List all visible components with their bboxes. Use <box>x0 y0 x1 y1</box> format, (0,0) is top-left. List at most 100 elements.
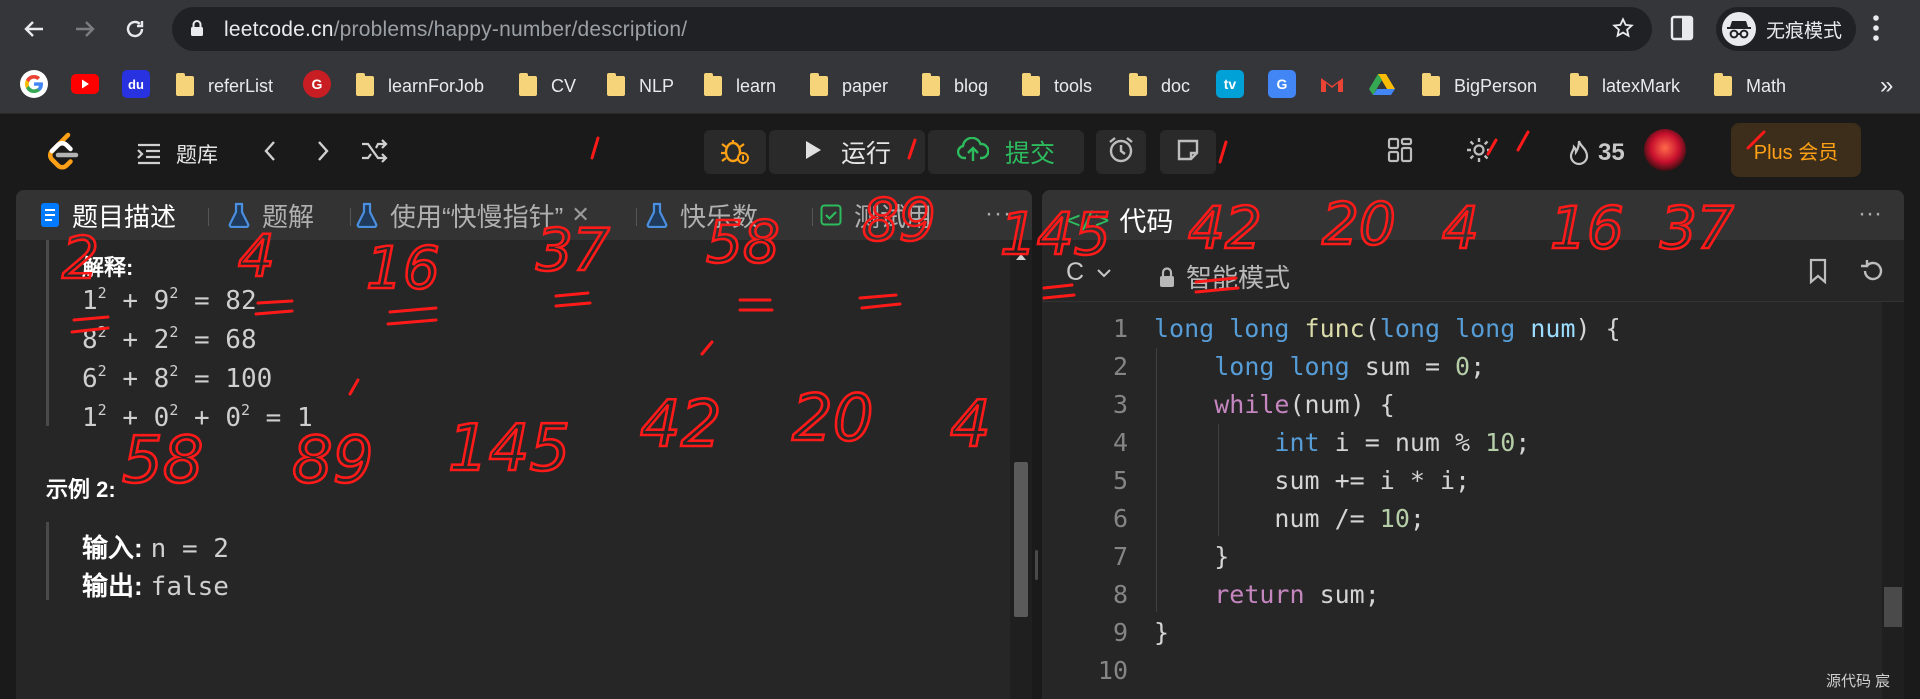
debug-button[interactable] <box>704 130 766 174</box>
code-panel: </> 代码 ··· C 智能模式 1 2 3 4 5 6 7 8 9 10 l… <box>1042 190 1904 699</box>
tab-code[interactable]: </> 代码 <box>1066 200 1173 239</box>
next-problem-icon[interactable] <box>315 139 331 168</box>
user-avatar[interactable] <box>1644 129 1686 171</box>
example-input: 输入: n = 2 <box>82 528 229 565</box>
note-icon <box>1176 138 1200 167</box>
plus-membership-button[interactable]: Plus 会员 <box>1731 123 1861 177</box>
gitee-icon[interactable]: G <box>303 70 331 98</box>
list-icon <box>136 143 162 165</box>
bookmark-math[interactable]: Math <box>1714 70 1786 102</box>
streak-counter[interactable]: 35 <box>1568 139 1625 167</box>
tab-solution-article-label: 使用“快慢指针” <box>390 201 564 232</box>
url-text[interactable]: leetcode.cn/problems/happy-number/descri… <box>224 18 687 42</box>
problem-list-label: 题库 <box>176 144 218 167</box>
lock-icon[interactable] <box>190 19 204 42</box>
more-tabs-button[interactable]: ··· <box>985 200 1012 228</box>
settings-gear-icon[interactable] <box>1465 136 1493 169</box>
code-line: num /= 10; <box>1154 504 1425 533</box>
side-panel-icon[interactable] <box>1670 15 1694 46</box>
layout-grid-icon[interactable] <box>1387 137 1413 168</box>
tab-divider <box>812 208 813 226</box>
tab-description[interactable]: 题目描述 <box>40 200 176 232</box>
eq-base: 8 <box>153 364 170 394</box>
bookmark-bigperson[interactable]: BigPerson <box>1422 70 1537 102</box>
notes-button[interactable] <box>1160 130 1216 174</box>
line-number: 1 <box>1112 314 1128 343</box>
reload-icon[interactable] <box>118 12 152 46</box>
browser-menu-icon[interactable] <box>1872 14 1880 47</box>
forward-arrow-icon[interactable] <box>68 12 102 46</box>
scrollbar-thumb[interactable] <box>1014 462 1028 617</box>
description-tabbar: 题目描述 题解 使用“快慢指针” ✕ 快乐数 测试用 ··· <box>16 190 1032 240</box>
code-editor[interactable]: 1 2 3 4 5 6 7 8 9 10 long long func(long… <box>1042 302 1882 699</box>
bookmark-doc[interactable]: doc <box>1129 70 1190 102</box>
leetcode-header: 题库 运行 提交 35 Plus 会员 <box>0 115 1920 188</box>
gmail-icon[interactable] <box>1318 70 1346 98</box>
code-line: } <box>1154 618 1170 647</box>
bookmark-latexmark[interactable]: latexMark <box>1570 70 1680 102</box>
google-translate-icon[interactable]: G <box>1268 70 1296 98</box>
bookmark-blog[interactable]: blog <box>922 70 988 102</box>
google-icon[interactable] <box>20 70 48 98</box>
folder-icon <box>176 73 194 96</box>
smart-mode-toggle[interactable]: 智能模式 <box>1158 258 1290 295</box>
incognito-icon <box>1722 12 1756 46</box>
bookmark-label: paper <box>842 75 889 96</box>
eq-base: 8 <box>82 325 98 355</box>
youtube-icon[interactable] <box>71 74 99 94</box>
bookmark-learn[interactable]: learn <box>704 70 776 102</box>
tab-happy-number[interactable]: 快乐数 <box>646 200 758 232</box>
folder-icon <box>1022 73 1040 96</box>
problem-list-button[interactable]: 题库 <box>136 139 218 169</box>
incognito-profile-button[interactable]: 无痕模式 <box>1716 7 1856 51</box>
address-bar[interactable]: leetcode.cn/problems/happy-number/descri… <box>172 7 1652 51</box>
alarm-clock-icon <box>1107 136 1135 169</box>
language-select[interactable]: C <box>1066 258 1112 287</box>
bookmark-icon[interactable] <box>1808 258 1828 289</box>
bookmark-referlist[interactable]: referList <box>176 70 273 102</box>
output-value: false <box>150 572 229 602</box>
back-arrow-icon[interactable] <box>17 12 51 46</box>
tab-solutions[interactable]: 题解 <box>228 200 314 232</box>
bookmark-label: Math <box>1746 75 1787 96</box>
footer-watermark: 源代码 宸 <box>1826 673 1891 690</box>
bookmark-tools[interactable]: tools <box>1022 70 1092 102</box>
run-button[interactable]: 运行 <box>769 130 925 174</box>
baidu-icon[interactable]: du <box>122 70 150 98</box>
folder-icon <box>704 73 722 96</box>
timer-button[interactable] <box>1096 130 1146 174</box>
scrollbar-thumb[interactable] <box>1884 587 1902 627</box>
reset-code-icon[interactable] <box>1860 258 1886 289</box>
editor-scrollbar[interactable] <box>1882 302 1904 699</box>
smart-mode-label: 智能模式 <box>1186 263 1291 293</box>
equation-line: 12 + 02 + 02 = 1 <box>82 401 313 433</box>
tab-testcase[interactable]: 测试用 <box>820 200 932 232</box>
random-problem-icon[interactable] <box>360 139 388 168</box>
bookmark-paper[interactable]: paper <box>810 70 888 102</box>
tab-divider <box>350 208 351 226</box>
bookmark-learnforjob[interactable]: learnForJob <box>356 70 484 102</box>
bookmark-label: blog <box>954 75 989 96</box>
code-line: while(num) { <box>1214 390 1395 419</box>
google-drive-icon[interactable] <box>1368 70 1396 98</box>
flame-icon <box>1568 139 1590 167</box>
close-tab-icon[interactable]: ✕ <box>571 202 589 228</box>
panel-splitter[interactable] <box>1032 190 1042 699</box>
bookmark-nlp[interactable]: NLP <box>607 70 674 102</box>
explanation-title: 解释: <box>82 255 134 280</box>
incognito-label: 无痕模式 <box>1766 20 1843 42</box>
bookmarks-overflow-button[interactable]: » <box>1880 70 1893 102</box>
description-scrollbar[interactable] <box>1010 240 1032 699</box>
bookmark-star-icon[interactable] <box>1612 17 1634 44</box>
code-more-button[interactable]: ··· <box>1858 200 1882 228</box>
leetcode-logo[interactable] <box>44 131 82 178</box>
scroll-up-icon[interactable] <box>1015 248 1027 266</box>
quote-bar <box>46 240 49 426</box>
submit-button[interactable]: 提交 <box>928 130 1084 174</box>
prev-problem-icon[interactable] <box>262 139 278 168</box>
bookmark-cv[interactable]: CV <box>519 70 576 102</box>
tab-solution-article[interactable]: 使用“快慢指针” ✕ <box>356 200 590 232</box>
eq-result: = 68 <box>178 325 257 355</box>
folder-icon <box>356 73 374 96</box>
bilibili-icon[interactable]: tv <box>1216 70 1244 98</box>
